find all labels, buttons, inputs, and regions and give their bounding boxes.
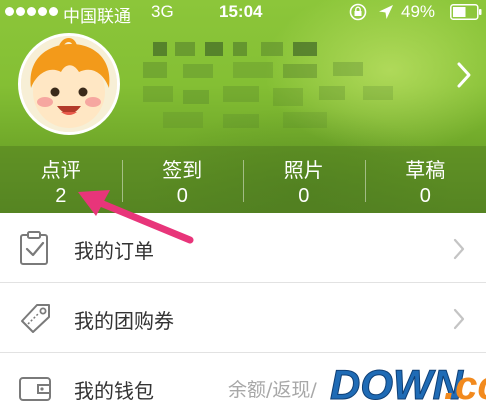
status-bar: 中国联通 3G 15:04 49% — [0, 0, 486, 26]
signal-strength-icon — [5, 7, 58, 16]
stat-label: 草稿 — [405, 158, 446, 182]
menu-item-label: 我的钱包 — [74, 379, 154, 403]
stat-label: 照片 — [283, 158, 324, 182]
carrier-name: 中国联通 — [63, 7, 131, 26]
stat-count: 0 — [419, 185, 431, 207]
location-arrow-icon — [379, 5, 393, 19]
profile-chevron-icon[interactable] — [455, 60, 473, 90]
rotation-lock-icon — [349, 3, 367, 21]
stat-label: 点评 — [40, 158, 81, 182]
annotation-arrow-icon — [78, 190, 194, 244]
stat-photos[interactable]: 照片 0 — [243, 146, 365, 213]
wallet-balance-hint: 余额/返现/ — [228, 379, 317, 401]
cartoon-face-icon — [21, 36, 117, 132]
stat-drafts[interactable]: 草稿 0 — [364, 146, 486, 213]
status-time: 15:04 — [219, 2, 263, 21]
menu-item-label: 我的团购券 — [74, 309, 174, 333]
wallet-icon — [19, 377, 51, 401]
clipboard-check-icon — [20, 231, 48, 265]
svg-text:.cc: .cc — [444, 364, 486, 407]
stat-label: 签到 — [162, 158, 203, 182]
battery-percent: 49% — [401, 2, 436, 21]
battery-icon — [450, 4, 482, 20]
stat-count: 0 — [298, 185, 310, 207]
coupon-tag-icon — [21, 304, 50, 333]
username-redacted — [143, 42, 443, 142]
chevron-right-icon — [453, 238, 465, 260]
menu-item-coupons[interactable]: 我的团购券 — [0, 283, 486, 353]
watermark-logo: DOWN .cc — [326, 357, 486, 407]
chevron-right-icon — [453, 308, 465, 330]
avatar[interactable] — [18, 33, 120, 135]
network-type: 3G — [151, 2, 174, 21]
